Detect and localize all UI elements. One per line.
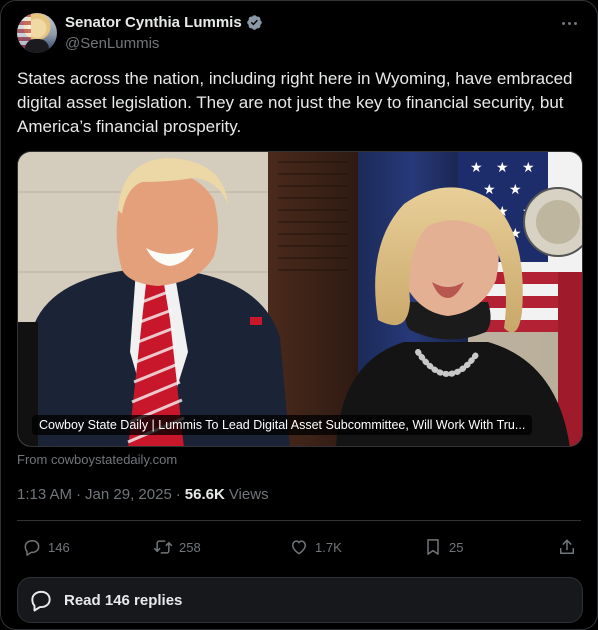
share-icon [560,539,574,554]
svg-text:★: ★ [483,182,496,198]
link-card-caption[interactable]: Cowboy State Daily | Lummis To Lead Digi… [32,415,533,435]
verified-badge-icon [246,15,262,30]
svg-text:★: ★ [509,182,522,198]
reply-button[interactable]: 146 [22,531,70,563]
reply-icon [31,590,51,612]
bookmark-button[interactable]: 25 [423,531,463,563]
tweet-text: States across the nation, including righ… [17,69,573,136]
photo-illustration: ★★★ ★★ ★★★ ★★ [18,152,582,446]
svg-text:★: ★ [522,160,535,176]
avatar[interactable] [17,13,57,53]
link-card-image[interactable]: ★★★ ★★ ★★★ ★★ [17,151,583,447]
views-count: 56.6K [184,486,225,503]
read-replies-button[interactable]: Read 146 replies [17,577,583,623]
svg-text:★: ★ [496,160,509,176]
read-replies-label: Read 146 replies [64,591,183,609]
repost-count: 258 [179,539,201,555]
share-button[interactable] [557,531,577,563]
author-handle[interactable]: @SenLummis [65,35,159,52]
svg-text:★: ★ [470,160,483,176]
tweet-time[interactable]: 1:13 AM [17,486,72,503]
repost-icon [153,540,173,554]
link-source[interactable]: From cowboystatedaily.com [17,452,177,467]
bookmark-icon [427,539,439,555]
repost-button[interactable]: 258 [153,531,201,563]
views-label: Views [228,486,269,503]
tweet-header: Senator Cynthia Lummis @SenLummis [17,13,581,57]
tweet-card: Senator Cynthia Lummis @SenLummis States… [0,0,598,630]
reply-count: 146 [48,539,70,555]
bookmark-count: 25 [449,539,464,555]
tweet-date[interactable]: Jan 29, 2025 [85,486,172,503]
author-name-row: Senator Cynthia Lummis [65,14,263,31]
divider [17,520,581,521]
meta-separator: · [175,486,181,503]
author-display-name[interactable]: Senator Cynthia Lummis [65,14,242,31]
more-options-icon[interactable] [557,15,581,31]
like-count: 1.7K [315,539,342,555]
heart-icon [292,540,306,555]
tweet-meta: 1:13 AM · Jan 29, 2025 · 56.6K Views [17,486,269,503]
like-button[interactable]: 1.7K [289,531,342,563]
action-bar: 146 258 1.7K 25 [17,531,581,563]
meta-separator: · [76,486,82,503]
reply-icon [24,540,40,556]
